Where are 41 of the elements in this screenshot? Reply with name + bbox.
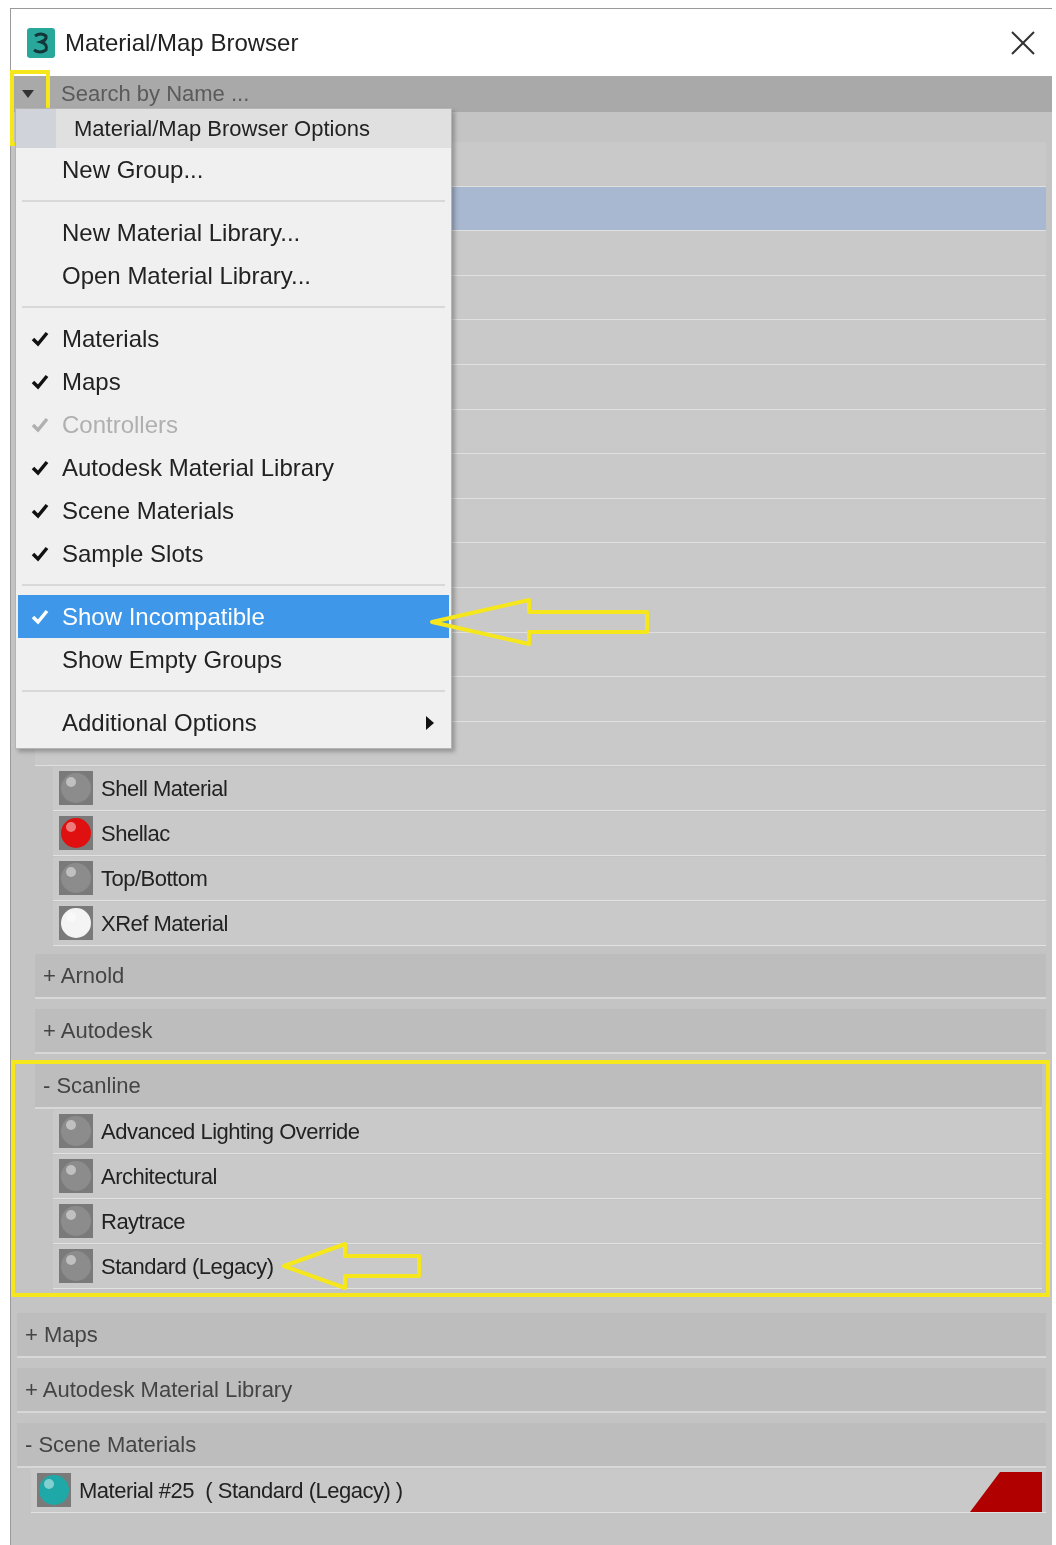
- material-row[interactable]: Raytrace: [53, 1199, 1042, 1244]
- menu-item[interactable]: Open Material Library...: [18, 254, 449, 297]
- group-header[interactable]: + Maps: [17, 1313, 1046, 1359]
- submenu-arrow-icon: [425, 714, 435, 731]
- group-header[interactable]: + Autodesk: [35, 1009, 1046, 1055]
- material-row[interactable]: Shellac: [53, 811, 1046, 856]
- menu-item[interactable]: Maps: [18, 360, 449, 403]
- app-logo-icon: [27, 27, 55, 58]
- material-name: Shell Material: [101, 774, 228, 803]
- material-name: Raytrace: [101, 1207, 186, 1236]
- menu-header: Material/Map Browser Options: [56, 109, 451, 148]
- dropdown-caret-icon[interactable]: [21, 89, 35, 99]
- material-name: Standard (Legacy): [101, 1252, 274, 1281]
- group-header[interactable]: + Autodesk Material Library: [17, 1368, 1046, 1414]
- material-name: Shellac: [101, 819, 170, 848]
- icon-gutter: [16, 109, 56, 148]
- material-row[interactable]: Material #25 ( Standard (Legacy) ): [31, 1468, 1046, 1513]
- window-title: Material/Map Browser: [65, 27, 299, 58]
- menu-item[interactable]: New Material Library...: [18, 211, 449, 254]
- material-name: Advanced Lighting Override: [101, 1117, 360, 1146]
- material-row[interactable]: Shell Material: [53, 766, 1046, 811]
- material-row[interactable]: Standard (Legacy): [53, 1244, 1042, 1289]
- menu-item[interactable]: Sample Slots: [18, 532, 449, 575]
- material-name: Material #25 ( Standard (Legacy) ): [79, 1476, 403, 1505]
- material-row[interactable]: Top/Bottom: [53, 856, 1046, 901]
- menu-item[interactable]: Show Empty Groups: [18, 638, 449, 681]
- material-name: XRef Material: [101, 909, 228, 938]
- group-header[interactable]: - Scanline: [35, 1064, 1042, 1110]
- material-name: Top/Bottom: [101, 864, 208, 893]
- group-header[interactable]: - Scene Materials: [17, 1423, 1046, 1469]
- group-header[interactable]: + Arnold: [35, 954, 1046, 1000]
- menu-item[interactable]: Scene Materials: [18, 489, 449, 532]
- menu-item[interactable]: New Group...: [18, 148, 449, 191]
- material-row[interactable]: Advanced Lighting Override: [53, 1109, 1042, 1154]
- material-name: Architectural: [101, 1162, 217, 1191]
- material-row[interactable]: XRef Material: [53, 901, 1046, 946]
- menu-item[interactable]: Materials: [18, 317, 449, 360]
- menu-item[interactable]: Additional Options: [18, 701, 449, 744]
- menu-item[interactable]: Autodesk Material Library: [18, 446, 449, 489]
- close-icon[interactable]: [1010, 29, 1036, 56]
- material-row[interactable]: Architectural: [53, 1154, 1042, 1199]
